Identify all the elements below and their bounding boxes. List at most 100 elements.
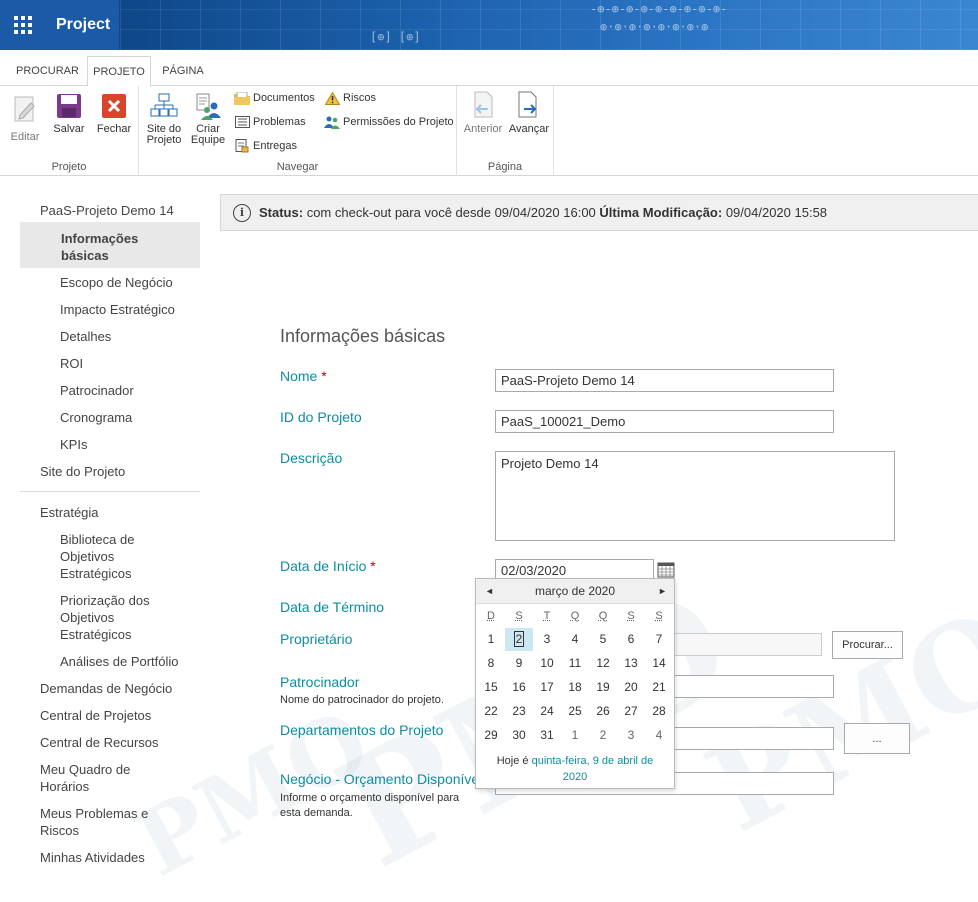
calendar-day-number: 16	[512, 680, 525, 694]
calendar-day[interactable]: 15	[477, 676, 505, 699]
calendar-day[interactable]: 2	[589, 724, 617, 747]
today-link[interactable]: quinta-feira, 9 de abril de	[532, 755, 654, 767]
calendar-day[interactable]: 8	[477, 652, 505, 675]
calendar-day[interactable]: 3	[533, 628, 561, 651]
nav-item-atividades[interactable]: Minhas Atividades	[40, 849, 145, 866]
nav-item-patrocinador[interactable]: Patrocinador	[60, 382, 134, 399]
nav-item-quadro-horarios[interactable]: Meu Quadro de Horários	[40, 761, 150, 795]
last-modified-label: Última Modificação:	[599, 205, 722, 220]
weekday-header: S	[505, 610, 533, 622]
problemas-button[interactable]: Problemas	[234, 115, 306, 129]
tab-projeto[interactable]: PROJETO	[87, 56, 151, 87]
nav-divider	[20, 491, 200, 492]
editar-button[interactable]: Editar	[6, 96, 44, 143]
calendar-day[interactable]: 24	[533, 700, 561, 723]
nav-item-kpis[interactable]: KPIs	[60, 436, 87, 453]
calendar-day[interactable]: 1	[561, 724, 589, 747]
fechar-button[interactable]: Fechar	[94, 92, 134, 135]
calendar-day-selected[interactable]: 2	[505, 628, 533, 651]
nav-item-site-projeto[interactable]: Site do Projeto	[40, 463, 125, 480]
documentos-button[interactable]: Documentos	[234, 91, 315, 105]
calendar-day[interactable]: 29	[477, 724, 505, 747]
calendar-day[interactable]: 28	[645, 700, 673, 723]
calendar-day[interactable]: 3	[617, 724, 645, 747]
calendar-day[interactable]: 18	[561, 676, 589, 699]
avancar-button[interactable]: Avançar	[507, 92, 551, 135]
anterior-button[interactable]: Anterior	[461, 92, 505, 135]
nav-item-biblioteca[interactable]: Biblioteca de Objetivos Estratégicos	[60, 531, 160, 582]
calendar-day-number: 21	[652, 680, 665, 694]
riscos-button[interactable]: Riscos	[324, 91, 376, 105]
calendar-day[interactable]: 7	[645, 628, 673, 651]
calendar-day[interactable]: 27	[617, 700, 645, 723]
entregas-button[interactable]: Entregas	[234, 139, 297, 153]
calendar-day[interactable]: 9	[505, 652, 533, 675]
nav-item-project-name[interactable]: PaaS-Projeto Demo 14	[40, 202, 174, 219]
nav-item-detalhes[interactable]: Detalhes	[60, 328, 111, 345]
calendar-day[interactable]: 30	[505, 724, 533, 747]
calendar-day[interactable]: 31	[533, 724, 561, 747]
calendar-day[interactable]: 23	[505, 700, 533, 723]
calendar-day-number: 4	[656, 728, 663, 742]
nav-item-central-projetos[interactable]: Central de Projetos	[40, 707, 151, 724]
nome-input[interactable]	[495, 369, 834, 392]
id-projeto-input[interactable]	[495, 410, 834, 433]
tab-procurar[interactable]: PROCURAR	[10, 56, 85, 86]
nav-item-escopo[interactable]: Escopo de Negócio	[60, 274, 173, 291]
calendar-day-number: 7	[656, 632, 663, 646]
next-month-arrow-icon[interactable]: ►	[658, 579, 667, 604]
calendar-day[interactable]: 17	[533, 676, 561, 699]
nav-item-estrategia[interactable]: Estratégia	[40, 504, 99, 521]
calendar-day-number: 15	[484, 680, 497, 694]
prev-month-arrow-icon[interactable]: ◄	[485, 579, 494, 604]
calendar-day[interactable]: 22	[477, 700, 505, 723]
today-link-year[interactable]: 2020	[563, 771, 587, 783]
calendar-day[interactable]: 20	[617, 676, 645, 699]
site-do-projeto-button[interactable]: Site do Projeto	[145, 92, 183, 146]
calendar-day[interactable]: 1	[477, 628, 505, 651]
nav-item-demandas[interactable]: Demandas de Negócio	[40, 680, 172, 697]
calendar-day[interactable]: 4	[561, 628, 589, 651]
app-launcher-button[interactable]	[0, 0, 46, 50]
calendar-day[interactable]: 14	[645, 652, 673, 675]
nav-item-priorizacao[interactable]: Priorização dos Objetivos Estratégicos	[60, 592, 160, 643]
criar-equipe-button[interactable]: Criar Equipe	[189, 92, 227, 146]
calendar-day[interactable]: 25	[561, 700, 589, 723]
calendar-day[interactable]: 13	[617, 652, 645, 675]
calendar-icon[interactable]	[657, 562, 675, 578]
nav-item-problemas-riscos[interactable]: Meus Problemas e Riscos	[40, 805, 160, 839]
calendar-day-number: 29	[484, 728, 497, 742]
departamentos-browse-button[interactable]: ...	[844, 723, 910, 754]
ribbon-group-pagina: Anterior Avançar Página	[457, 86, 554, 176]
back-page-icon	[469, 92, 497, 120]
nav-item-informacoes-basicas[interactable]: Informações básicas	[20, 222, 200, 268]
calendar-day[interactable]: 6	[617, 628, 645, 651]
avancar-label: Avançar	[507, 124, 551, 135]
calendar-day[interactable]: 19	[589, 676, 617, 699]
calendar-day-number: 4	[572, 632, 579, 646]
proprietario-label: Proprietário	[280, 631, 352, 647]
calendar-day[interactable]: 12	[589, 652, 617, 675]
salvar-button[interactable]: Salvar	[50, 92, 88, 135]
permissoes-button[interactable]: Permissões do Projeto	[324, 115, 454, 129]
weekday-header: D	[477, 610, 505, 622]
procurar-button[interactable]: Procurar...	[832, 631, 903, 659]
calendar-day[interactable]: 21	[645, 676, 673, 699]
tab-pagina[interactable]: PÁGINA	[155, 56, 211, 86]
nav-item-analises[interactable]: Análises de Portfólio	[60, 653, 179, 670]
date-picker-today: Hoje é quinta-feira, 9 de abril de 2020	[476, 753, 674, 785]
app-name[interactable]: Project	[46, 0, 119, 50]
calendar-day-number: 31	[540, 728, 553, 742]
calendar-day[interactable]: 4	[645, 724, 673, 747]
nav-item-impacto[interactable]: Impacto Estratégico	[60, 301, 175, 318]
nav-item-roi[interactable]: ROI	[60, 355, 83, 372]
calendar-day[interactable]: 10	[533, 652, 561, 675]
calendar-day[interactable]: 16	[505, 676, 533, 699]
calendar-day[interactable]: 5	[589, 628, 617, 651]
descricao-textarea[interactable]: Projeto Demo 14	[495, 451, 895, 541]
nav-item-central-recursos[interactable]: Central de Recursos	[40, 734, 159, 751]
weekday-header: Q	[561, 610, 589, 622]
calendar-day[interactable]: 26	[589, 700, 617, 723]
calendar-day[interactable]: 11	[561, 652, 589, 675]
nav-item-cronograma[interactable]: Cronograma	[60, 409, 132, 426]
